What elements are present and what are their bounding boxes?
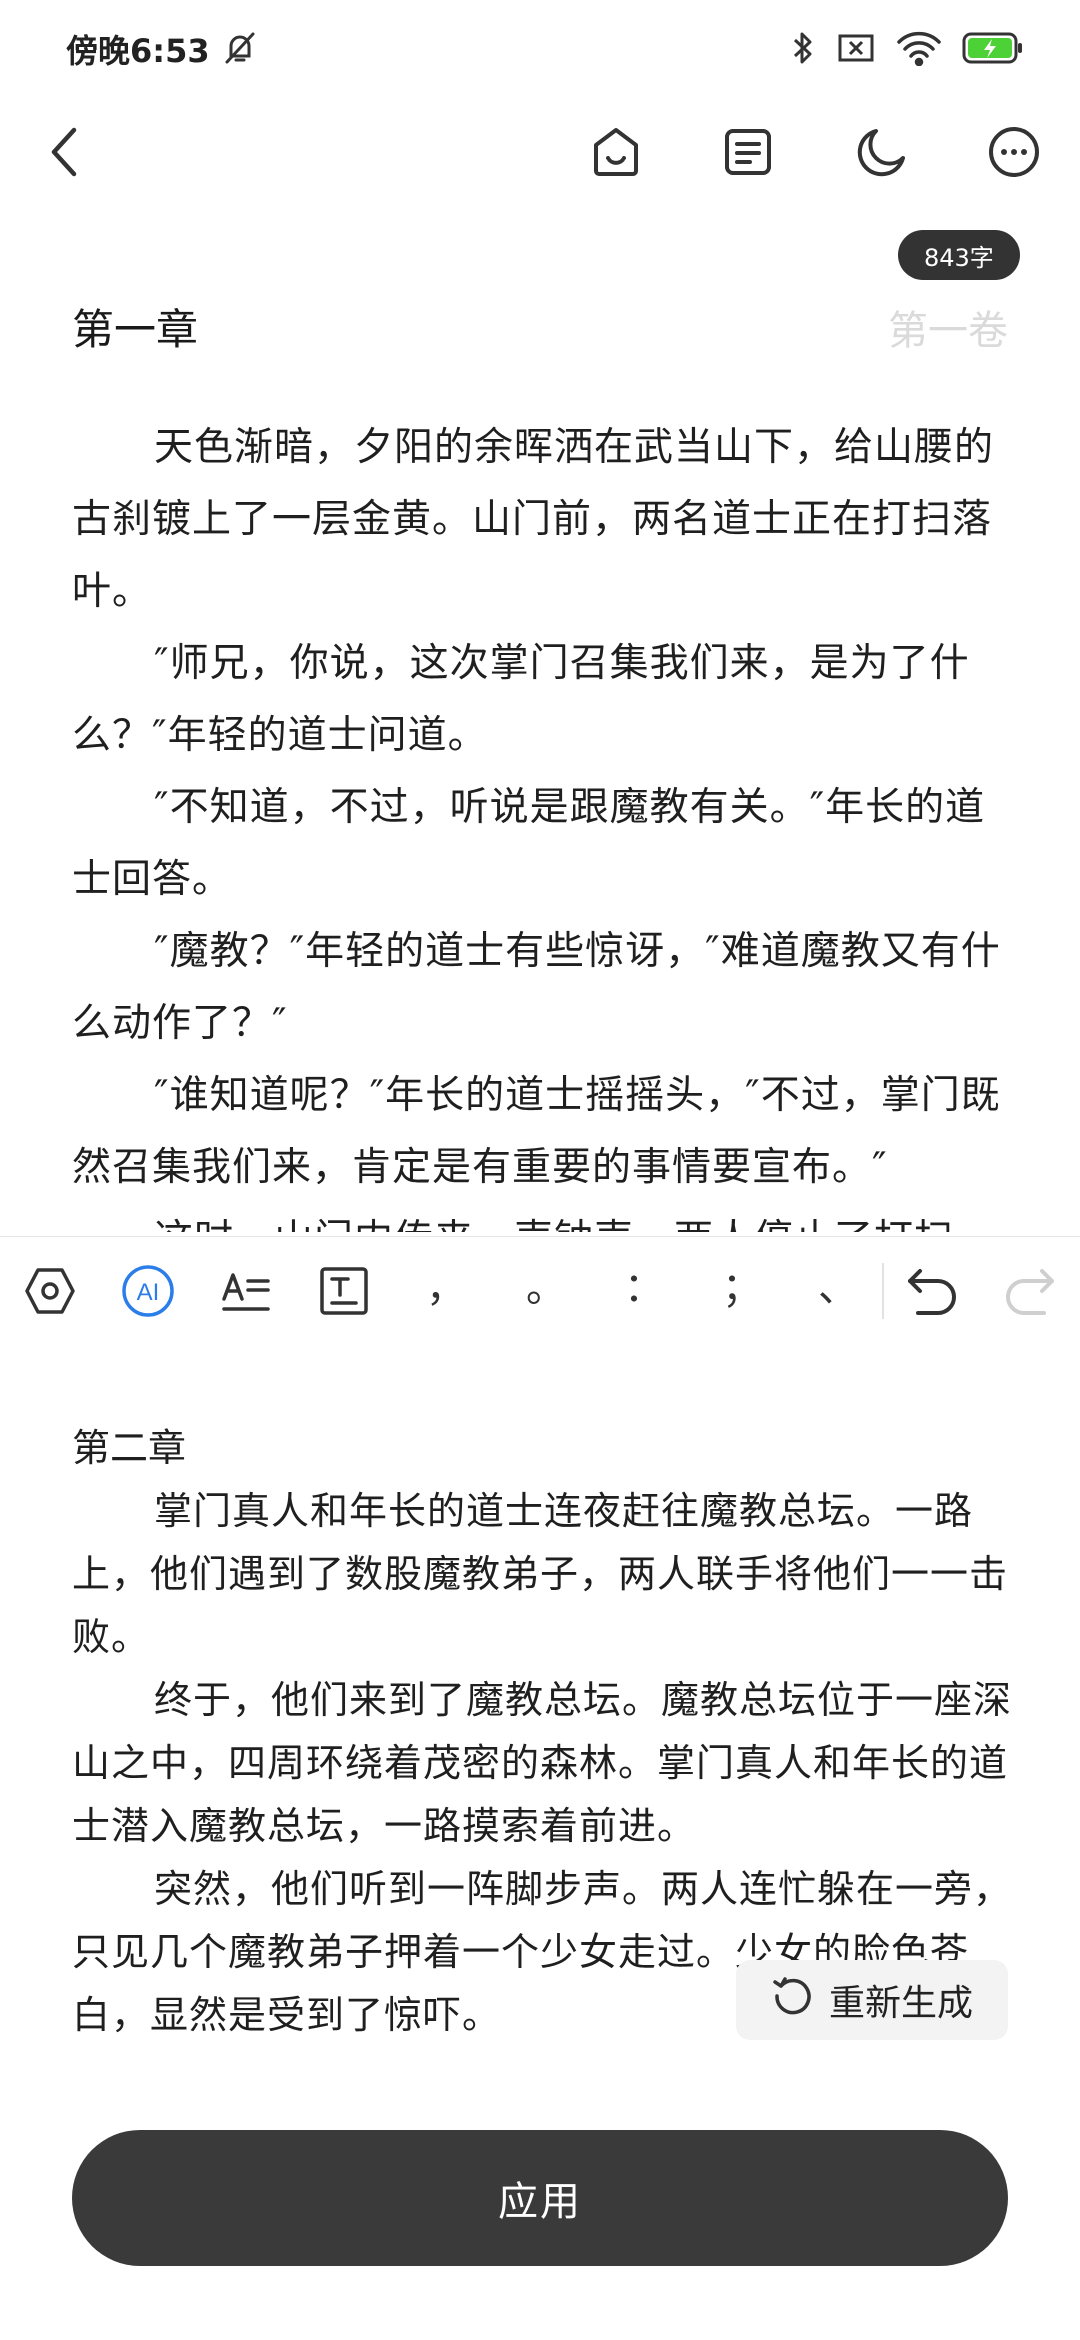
paragraph: ″师兄，你说，这次掌门召集我们来，是为了什么？″年轻的道士问道。 <box>72 641 970 758</box>
outline-icon[interactable] <box>716 120 780 184</box>
regenerate-button[interactable]: 重新生成 <box>736 1960 1008 2040</box>
word-count-badge: 843字 <box>898 230 1020 280</box>
period-key[interactable]: 。 <box>516 1253 576 1323</box>
paragraph: ″谁知道呢？″年长的道士摇摇头，″不过，掌门既然召集我们来，肯定是有重要的事情要… <box>72 1073 1001 1190</box>
paragraph: ″魔教？″年轻的道士有些惊讶，″难道魔教又有什么动作了？″ <box>72 929 1001 1046</box>
sim-none-icon <box>836 32 876 64</box>
bell-off-icon <box>220 28 260 68</box>
assistant-icon[interactable] <box>584 120 648 184</box>
paragraph: 天色渐暗，夕阳的余晖洒在武当山下，给山腰的古刹镀上了一层金黄。山门前，两名道士正… <box>72 425 995 614</box>
paragraph: 这时，山门内传来一声钟声，两人停止了打扫 <box>72 1204 1012 1232</box>
semicolon-key[interactable]: ； <box>712 1253 772 1323</box>
status-icons <box>790 26 1024 70</box>
more-icon[interactable] <box>982 120 1046 184</box>
refresh-icon <box>771 1974 815 2027</box>
colon-key[interactable]: ： <box>614 1253 674 1323</box>
status-bar: 傍晚6:53 <box>0 0 1080 96</box>
night-mode-icon[interactable] <box>850 120 914 184</box>
chapter-title[interactable]: 第一章 <box>72 296 198 357</box>
generated-chapter-title: 第二章 <box>72 1426 187 1470</box>
regenerate-label: 重新生成 <box>828 1983 973 2024</box>
comma-key[interactable]: ， <box>416 1253 476 1323</box>
hexagon-icon[interactable] <box>18 1259 82 1323</box>
enumeration-comma-key[interactable]: 、 <box>808 1253 868 1323</box>
bluetooth-icon <box>790 29 816 67</box>
text-box-icon[interactable] <box>312 1259 376 1323</box>
top-toolbar <box>0 110 1080 194</box>
toolbar-divider <box>882 1263 884 1319</box>
undo-icon[interactable] <box>900 1259 964 1323</box>
generated-text: 第二章 掌门真人和年长的道士连夜赶往魔教总坛。一路上，他们遇到了数股魔教弟子，两… <box>72 1418 1012 2038</box>
wifi-icon <box>896 30 942 66</box>
chapter-header: 第一章 第一卷 <box>72 296 1008 356</box>
format-toolbar: AI ， 。 ： ； 、 <box>0 1236 1080 1347</box>
generated-paragraph: 终于，他们来到了魔教总坛。魔教总坛位于一座深山之中，四周环绕着茂密的森林。掌门真… <box>72 1678 1013 1848</box>
back-icon[interactable] <box>34 120 98 184</box>
generated-paragraph: 掌门真人和年长的道士连夜赶往魔教总坛。一路上，他们遇到了数股魔教弟子，两人联手将… <box>72 1489 1009 1659</box>
status-time: 傍晚6:53 <box>66 32 210 70</box>
paragraph: ″不知道，不过，听说是跟魔教有关。″年长的道士回答。 <box>72 785 986 902</box>
svg-text:AI: AI <box>137 1279 160 1306</box>
ai-icon[interactable]: AI <box>116 1259 180 1323</box>
apply-button[interactable]: 应用 <box>72 2130 1008 2266</box>
volume-title[interactable]: 第一卷 <box>888 298 1008 356</box>
editor-text-area[interactable]: 天色渐暗，夕阳的余晖洒在武当山下，给山腰的古刹镀上了一层金黄。山门前，两名道士正… <box>72 412 1012 1232</box>
text-format-icon[interactable] <box>214 1259 278 1323</box>
redo-icon[interactable] <box>998 1259 1062 1323</box>
battery-charging-icon <box>962 31 1024 65</box>
